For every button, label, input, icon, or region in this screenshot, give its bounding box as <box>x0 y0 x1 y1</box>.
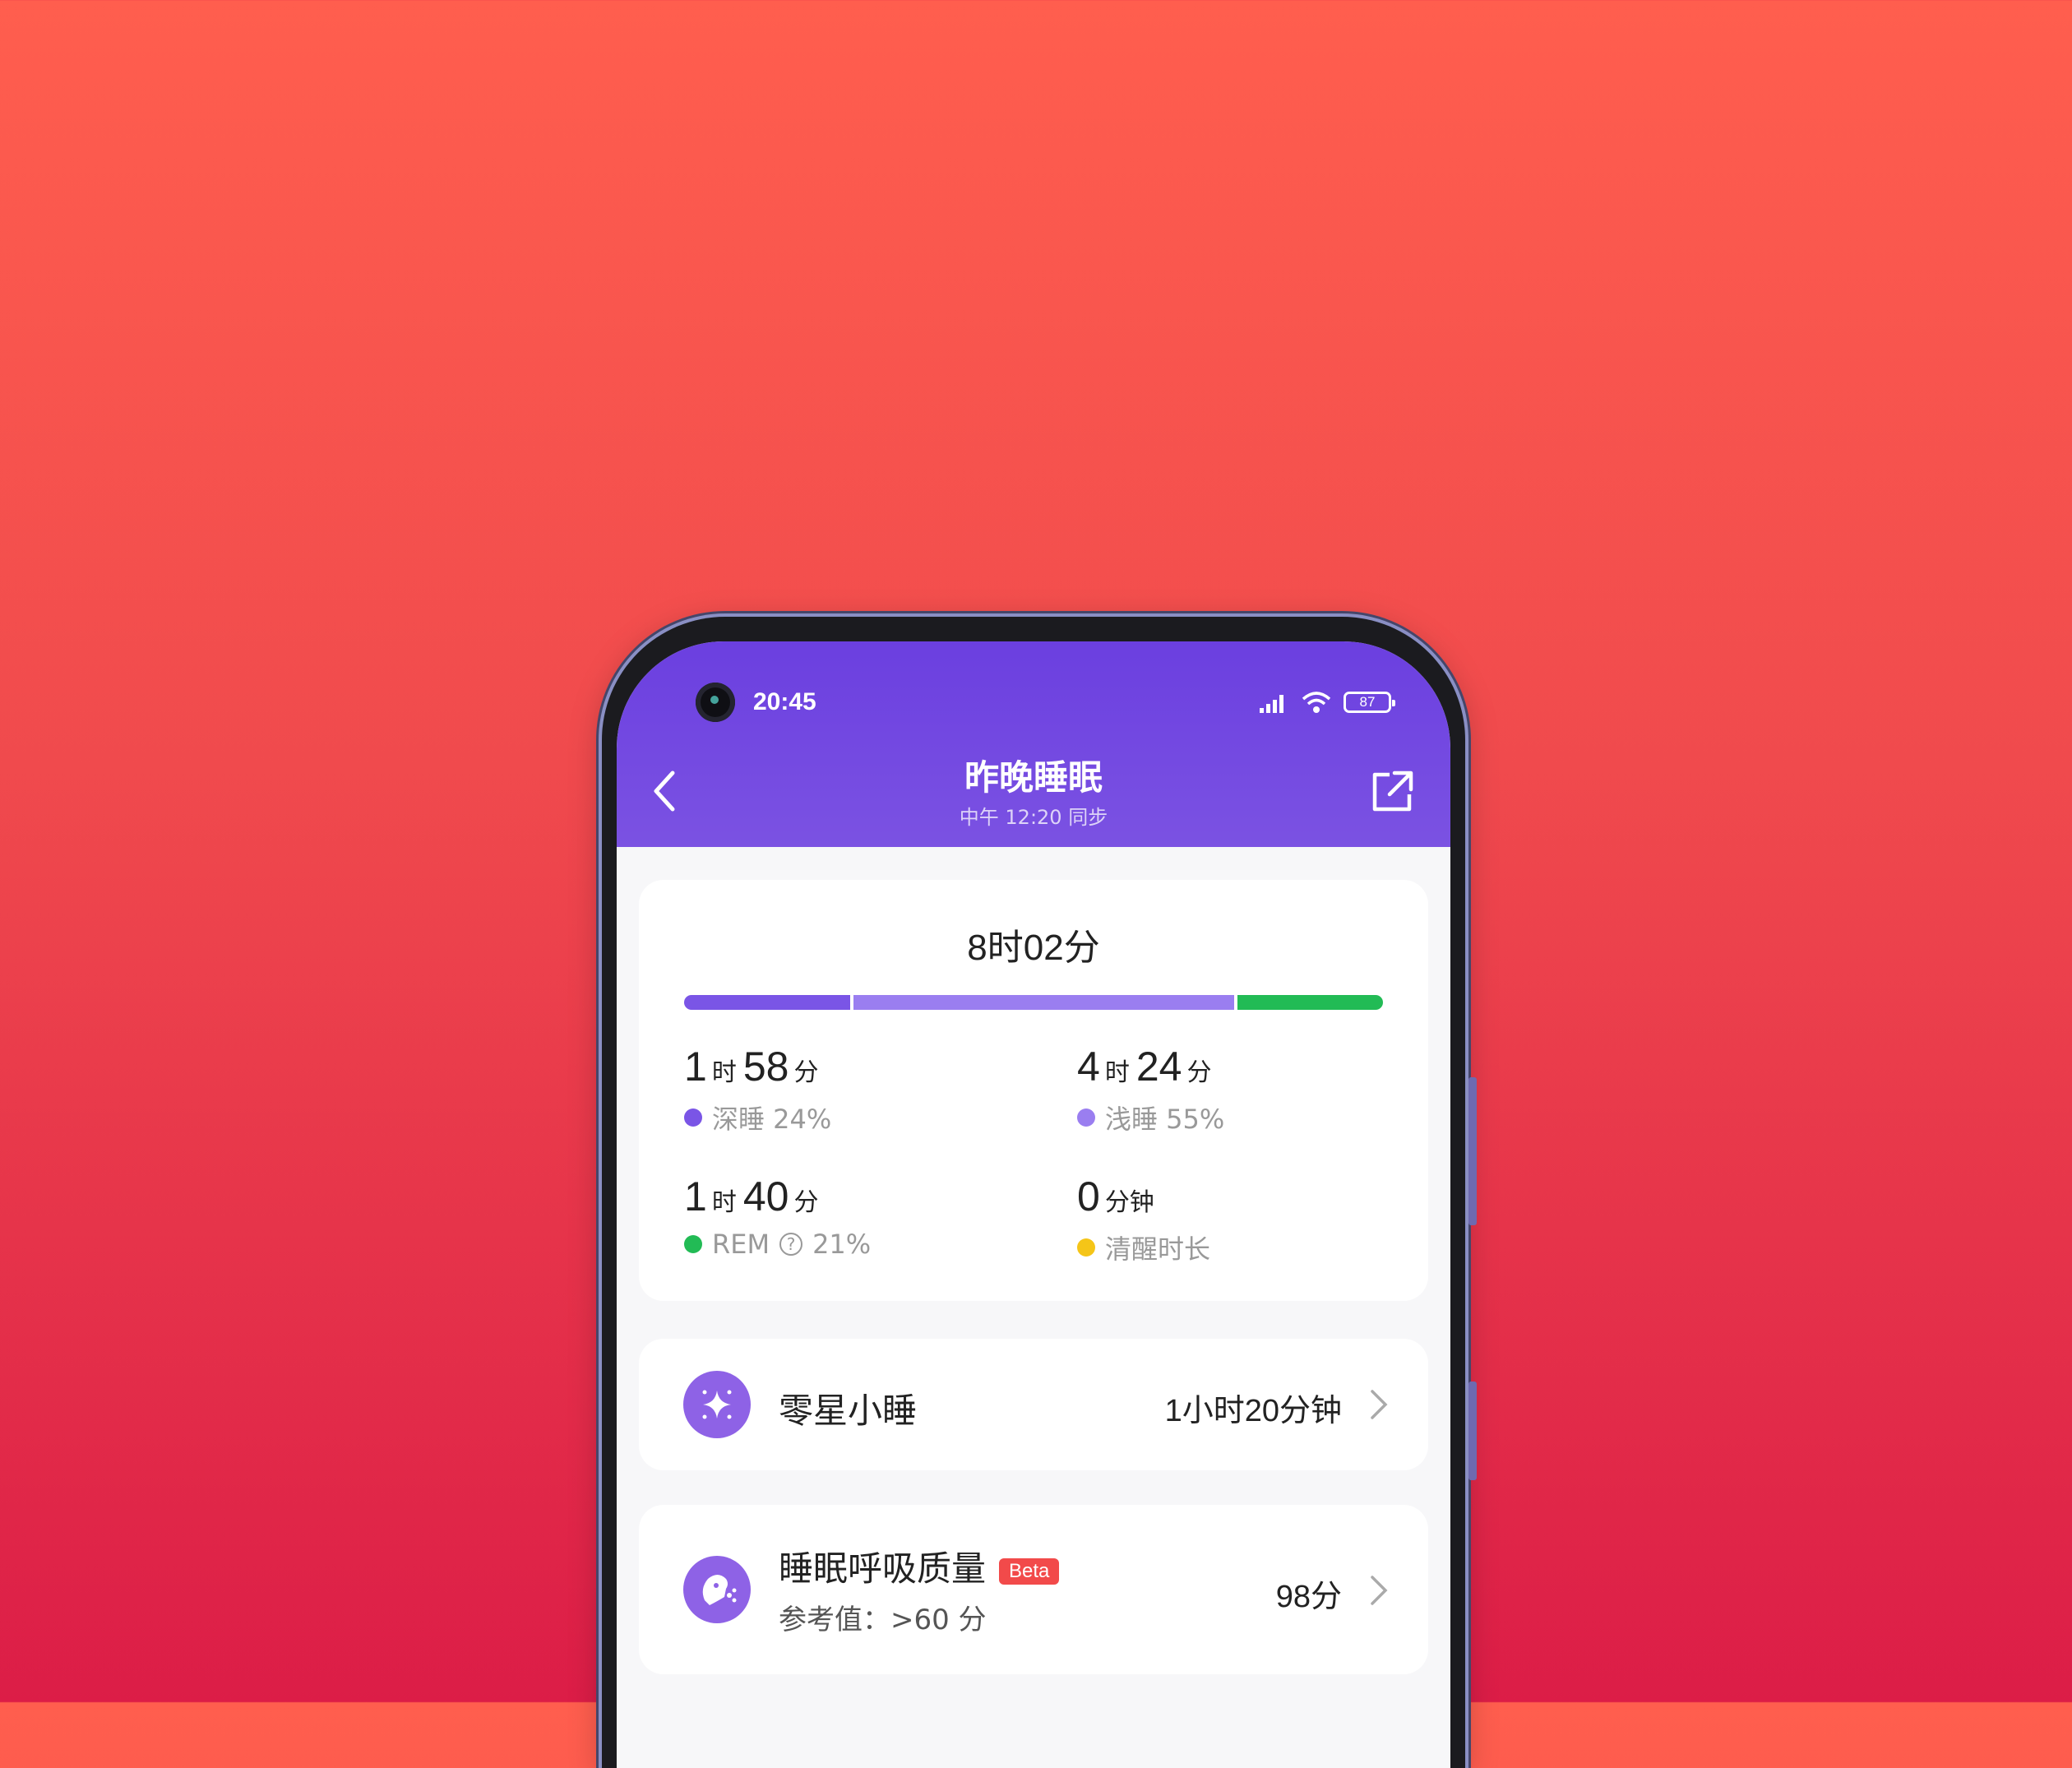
breathing-face-icon <box>702 1575 737 1605</box>
sleep-summary-card[interactable]: 8时02分 1 时 58 分 深睡 24% 4 时 24 分 浅睡 55% 1 时 40 分 RE… <box>639 880 1428 1301</box>
reference-value: 参考值：>60 分 <box>779 1604 987 1636</box>
signal-icon <box>1260 695 1283 713</box>
breathing-score: 98分 <box>1275 1580 1342 1614</box>
breathing-title-text: 睡眠呼吸质量 <box>779 1548 987 1589</box>
wifi-icon <box>1302 692 1331 713</box>
light-sleep-dot <box>1077 1108 1095 1127</box>
hour-unit: 时 <box>711 1188 737 1217</box>
rem-sleep-stat: 1 时 40 分 REM? 21% <box>684 1173 871 1260</box>
rem-percent: 21% <box>812 1229 872 1260</box>
breathing-title: 睡眠呼吸质量 Beta <box>779 1541 1060 1591</box>
hour-unit: 时 <box>1104 1058 1130 1087</box>
nap-title: 零星小睡 <box>779 1391 918 1431</box>
light-minutes: 24 <box>1135 1044 1182 1090</box>
deep-minutes: 58 <box>742 1044 789 1090</box>
total-sleep-duration: 8时02分 <box>967 928 1100 968</box>
status-icons: 87 <box>1258 686 1395 719</box>
breathing-quality-row[interactable]: 睡眠呼吸质量 Beta 参考值：>60 分 98分 <box>639 1505 1428 1674</box>
minute-unit: 分 <box>1186 1058 1212 1087</box>
phone-frame: 20:45 87 昨晚睡眠 中午 12:20 同步 8时02分 1 时 58 分… <box>602 617 1477 1768</box>
awake-label: 清醒时长 <box>1105 1233 1211 1265</box>
status-time: 20:45 <box>753 688 816 715</box>
chevron-right-icon <box>1371 1576 1388 1605</box>
sync-time: 中午 12:20 同步 <box>959 806 1108 829</box>
front-camera <box>696 683 735 722</box>
deep-sleep-segment <box>684 995 851 1010</box>
awake-stat: 0 分钟 清醒时长 <box>1077 1173 1210 1266</box>
header: 20:45 87 昨晚睡眠 中午 12:20 同步 <box>617 641 1450 847</box>
nap-row[interactable]: 零星小睡 1小时20分钟 <box>639 1339 1428 1470</box>
sleep-stage-bar <box>684 995 1383 1010</box>
rem-sleep-dot <box>684 1235 702 1253</box>
page-title: 昨晚睡眠 <box>964 757 1103 798</box>
rem-sleep-segment <box>1237 995 1383 1010</box>
light-sleep-label: 浅睡 55% <box>1105 1104 1225 1135</box>
side-button <box>1468 1382 1477 1480</box>
awake-value: 0 <box>1077 1173 1100 1220</box>
hour-unit: 时 <box>711 1058 737 1087</box>
rem-hours: 1 <box>684 1173 707 1220</box>
nap-value: 1小时20分钟 <box>1164 1394 1342 1428</box>
chevron-right-icon <box>1371 1390 1388 1419</box>
phone-screen: 20:45 87 昨晚睡眠 中午 12:20 同步 8时02分 1 时 58 分… <box>617 641 1450 1768</box>
battery-level: 87 <box>1359 694 1376 710</box>
battery-icon: 87 <box>1344 692 1395 713</box>
sparkle-icon <box>702 1390 732 1419</box>
deep-sleep-label: 深睡 24% <box>712 1104 832 1135</box>
light-hours: 4 <box>1077 1044 1100 1090</box>
share-icon[interactable] <box>1368 766 1418 816</box>
minute-unit: 分 <box>793 1188 819 1217</box>
breathing-icon <box>683 1556 751 1623</box>
deep-sleep-stat: 1 时 58 分 深睡 24% <box>684 1043 831 1136</box>
beta-badge: Beta <box>999 1557 1060 1585</box>
nap-icon <box>683 1371 751 1438</box>
rem-minutes: 40 <box>742 1173 789 1220</box>
light-sleep-segment <box>853 995 1235 1010</box>
deep-hours: 1 <box>684 1044 707 1090</box>
deep-sleep-dot <box>684 1108 702 1127</box>
minute-unit: 分 <box>793 1058 819 1087</box>
help-icon[interactable]: ? <box>779 1233 803 1256</box>
awake-dot <box>1077 1238 1095 1257</box>
awake-unit: 分钟 <box>1104 1188 1154 1217</box>
side-button <box>1468 1077 1477 1225</box>
light-sleep-stat: 4 时 24 分 浅睡 55% <box>1077 1043 1224 1136</box>
rem-label: REM <box>712 1229 770 1260</box>
